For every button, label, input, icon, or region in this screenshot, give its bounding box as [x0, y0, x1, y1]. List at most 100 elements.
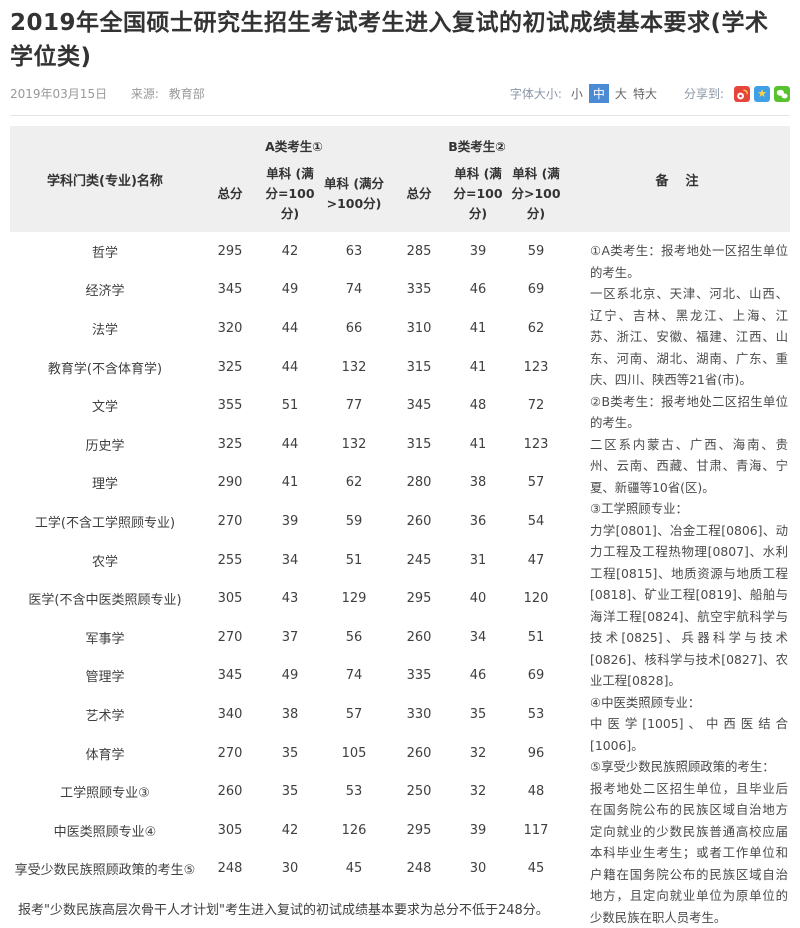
- remark-paragraph: 二区系内蒙古、广西、海南、贵州、云南、西藏、甘肃、青海、宁夏、新疆等10省(区)…: [590, 434, 788, 499]
- score-cell: 42: [260, 232, 320, 271]
- score-cell: 49: [260, 657, 320, 696]
- column-group-a: A类考生①: [200, 126, 388, 156]
- category-cell: 文学: [10, 386, 200, 425]
- remark-paragraph: ③工学照顾专业：: [590, 498, 788, 520]
- score-cell: 45: [506, 850, 566, 889]
- score-table: 学科门类(专业)名称 A类考生① B类考生② 备 注 总分 单科 (满分=100…: [10, 126, 790, 928]
- score-cell: 295: [200, 232, 260, 271]
- wechat-share-icon[interactable]: [774, 86, 790, 102]
- score-cell: 305: [200, 579, 260, 618]
- font-size-medium[interactable]: 中: [589, 84, 609, 103]
- score-cell: 54: [506, 502, 566, 541]
- score-cell: 335: [388, 271, 450, 310]
- table-body: 哲学29542632853959①A类考生：报考地处一区招生单位的考生。一区系北…: [10, 232, 790, 928]
- score-cell: 126: [320, 811, 388, 850]
- score-cell: 310: [388, 309, 450, 348]
- category-cell: 法学: [10, 309, 200, 348]
- score-cell: 51: [260, 386, 320, 425]
- font-size-large[interactable]: 大: [615, 85, 627, 102]
- column-header-singleover100-b: 单科 (满分>100分): [506, 156, 566, 232]
- share-label: 分享到:: [684, 85, 724, 102]
- score-cell: 320: [200, 309, 260, 348]
- remark-paragraph: 中医学[1005]、中西医结合[1006]。: [590, 713, 788, 756]
- score-cell: 46: [450, 657, 506, 696]
- score-cell: 77: [320, 386, 388, 425]
- column-header-single100-a: 单科 (满分=100分): [260, 156, 320, 232]
- score-cell: 270: [200, 618, 260, 657]
- column-header-remarks: 备 注: [566, 126, 790, 232]
- score-cell: 51: [320, 541, 388, 580]
- score-cell: 345: [388, 386, 450, 425]
- score-cell: 63: [320, 232, 388, 271]
- score-cell: 105: [320, 734, 388, 773]
- score-cell: 57: [506, 464, 566, 503]
- score-cell: 315: [388, 348, 450, 387]
- score-cell: 69: [506, 657, 566, 696]
- score-cell: 129: [320, 579, 388, 618]
- score-cell: 32: [450, 772, 506, 811]
- score-cell: 250: [388, 772, 450, 811]
- score-cell: 34: [260, 541, 320, 580]
- score-cell: 260: [388, 618, 450, 657]
- score-cell: 290: [200, 464, 260, 503]
- article-page: 2019年全国硕士研究生招生考试考生进入复试的初试成绩基本要求(学术学位类) 2…: [0, 0, 800, 928]
- meta-left: 2019年03月15日 来源: 教育部: [10, 85, 211, 102]
- score-cell: 295: [388, 811, 450, 850]
- score-cell: 59: [320, 502, 388, 541]
- remark-paragraph: 力学[0801]、冶金工程[0806]、动力工程及工程热物理[0807]、水利工…: [590, 520, 788, 692]
- score-cell: 53: [506, 695, 566, 734]
- qzone-share-icon[interactable]: ★: [754, 86, 770, 102]
- column-header-single100-b: 单科 (满分=100分): [450, 156, 506, 232]
- category-cell: 农学: [10, 541, 200, 580]
- score-cell: 260: [200, 772, 260, 811]
- score-cell: 285: [388, 232, 450, 271]
- score-cell: 56: [320, 618, 388, 657]
- category-cell: 享受少数民族照顾政策的考生⑤: [10, 850, 200, 889]
- remark-paragraph: ④中医类照顾专业：: [590, 692, 788, 714]
- footnote-cell: 报考"少数民族高层次骨干人才计划"考生进入复试的初试成绩基本要求为总分不低于24…: [10, 888, 566, 928]
- score-cell: 35: [450, 695, 506, 734]
- score-cell: 120: [506, 579, 566, 618]
- score-cell: 42: [260, 811, 320, 850]
- font-size-label: 字体大小:: [510, 85, 562, 102]
- category-cell: 经济学: [10, 271, 200, 310]
- weibo-share-icon[interactable]: [734, 86, 750, 102]
- score-cell: 49: [260, 271, 320, 310]
- score-cell: 330: [388, 695, 450, 734]
- score-cell: 35: [260, 772, 320, 811]
- font-size-xlarge[interactable]: 特大: [633, 85, 657, 102]
- score-cell: 270: [200, 502, 260, 541]
- score-cell: 280: [388, 464, 450, 503]
- column-header-singleover100-a: 单科 (满分>100分): [320, 156, 388, 232]
- score-cell: 66: [320, 309, 388, 348]
- column-header-total-a: 总分: [200, 156, 260, 232]
- score-cell: 38: [450, 464, 506, 503]
- score-cell: 35: [260, 734, 320, 773]
- score-cell: 123: [506, 348, 566, 387]
- score-cell: 96: [506, 734, 566, 773]
- category-cell: 哲学: [10, 232, 200, 271]
- category-cell: 工学照顾专业③: [10, 772, 200, 811]
- score-cell: 48: [450, 386, 506, 425]
- score-cell: 295: [388, 579, 450, 618]
- column-header-category: 学科门类(专业)名称: [10, 126, 200, 232]
- score-cell: 51: [506, 618, 566, 657]
- score-cell: 325: [200, 348, 260, 387]
- score-cell: 37: [260, 618, 320, 657]
- score-cell: 260: [388, 502, 450, 541]
- meta-toolbar: 字体大小: 小 中 大 特大 分享到: ★: [510, 84, 790, 103]
- score-cell: 248: [200, 850, 260, 889]
- score-cell: 315: [388, 425, 450, 464]
- font-size-small[interactable]: 小: [571, 85, 583, 102]
- column-group-b: B类考生②: [388, 126, 566, 156]
- score-cell: 47: [506, 541, 566, 580]
- category-cell: 历史学: [10, 425, 200, 464]
- score-cell: 48: [506, 772, 566, 811]
- score-cell: 248: [388, 850, 450, 889]
- score-cell: 72: [506, 386, 566, 425]
- score-cell: 59: [506, 232, 566, 271]
- table-row: 哲学29542632853959①A类考生：报考地处一区招生单位的考生。一区系北…: [10, 232, 790, 271]
- score-cell: 340: [200, 695, 260, 734]
- score-cell: 245: [388, 541, 450, 580]
- category-cell: 中医类照顾专业④: [10, 811, 200, 850]
